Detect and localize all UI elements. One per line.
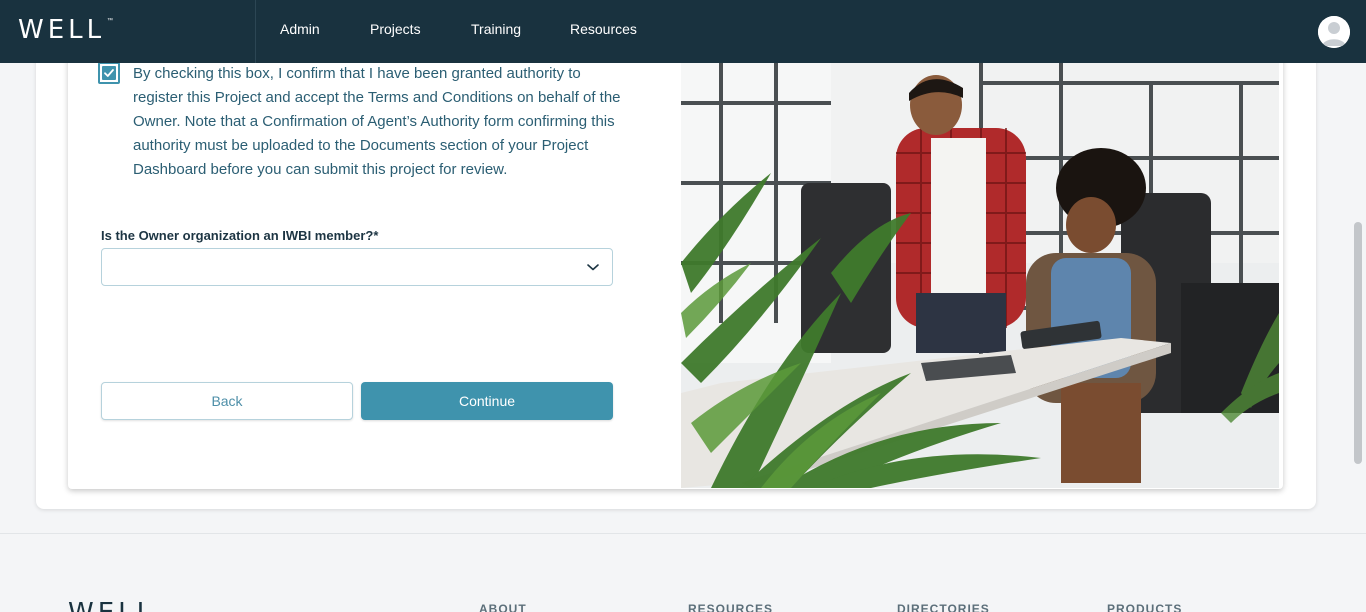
footer-divider — [0, 533, 1366, 534]
footer-about-heading: ABOUT — [479, 602, 527, 612]
top-navbar: WELL ™ Admin Projects Training Resources — [0, 0, 1366, 63]
back-button[interactable]: Back — [101, 382, 353, 420]
nav-divider — [255, 0, 256, 63]
logo-trademark: ™ — [107, 18, 113, 24]
nav-resources[interactable]: Resources — [570, 21, 637, 37]
continue-button[interactable]: Continue — [361, 382, 613, 420]
user-avatar-icon[interactable] — [1318, 16, 1350, 48]
nav-projects[interactable]: Projects — [370, 21, 421, 37]
iwbi-member-select[interactable] — [101, 248, 613, 286]
authority-checkbox[interactable] — [98, 62, 120, 84]
footer-directories-heading: DIRECTORIES — [897, 602, 990, 612]
nav-admin[interactable]: Admin — [280, 21, 320, 37]
well-logo[interactable]: WELL — [18, 15, 105, 45]
footer-resources-heading: RESOURCES — [688, 602, 774, 612]
page-scrollbar-thumb[interactable] — [1354, 222, 1362, 464]
checkmark-icon — [102, 66, 116, 80]
footer-well-logo[interactable]: WELL — [68, 598, 155, 612]
footer-products-heading: PRODUCTS — [1107, 602, 1183, 612]
authority-confirmation-text: By checking this box, I confirm that I h… — [133, 65, 621, 178]
chevron-down-icon — [586, 262, 600, 272]
iwbi-member-label: Is the Owner organization an IWBI member… — [101, 228, 379, 243]
nav-training[interactable]: Training — [471, 21, 521, 37]
office-photo — [681, 63, 1279, 488]
